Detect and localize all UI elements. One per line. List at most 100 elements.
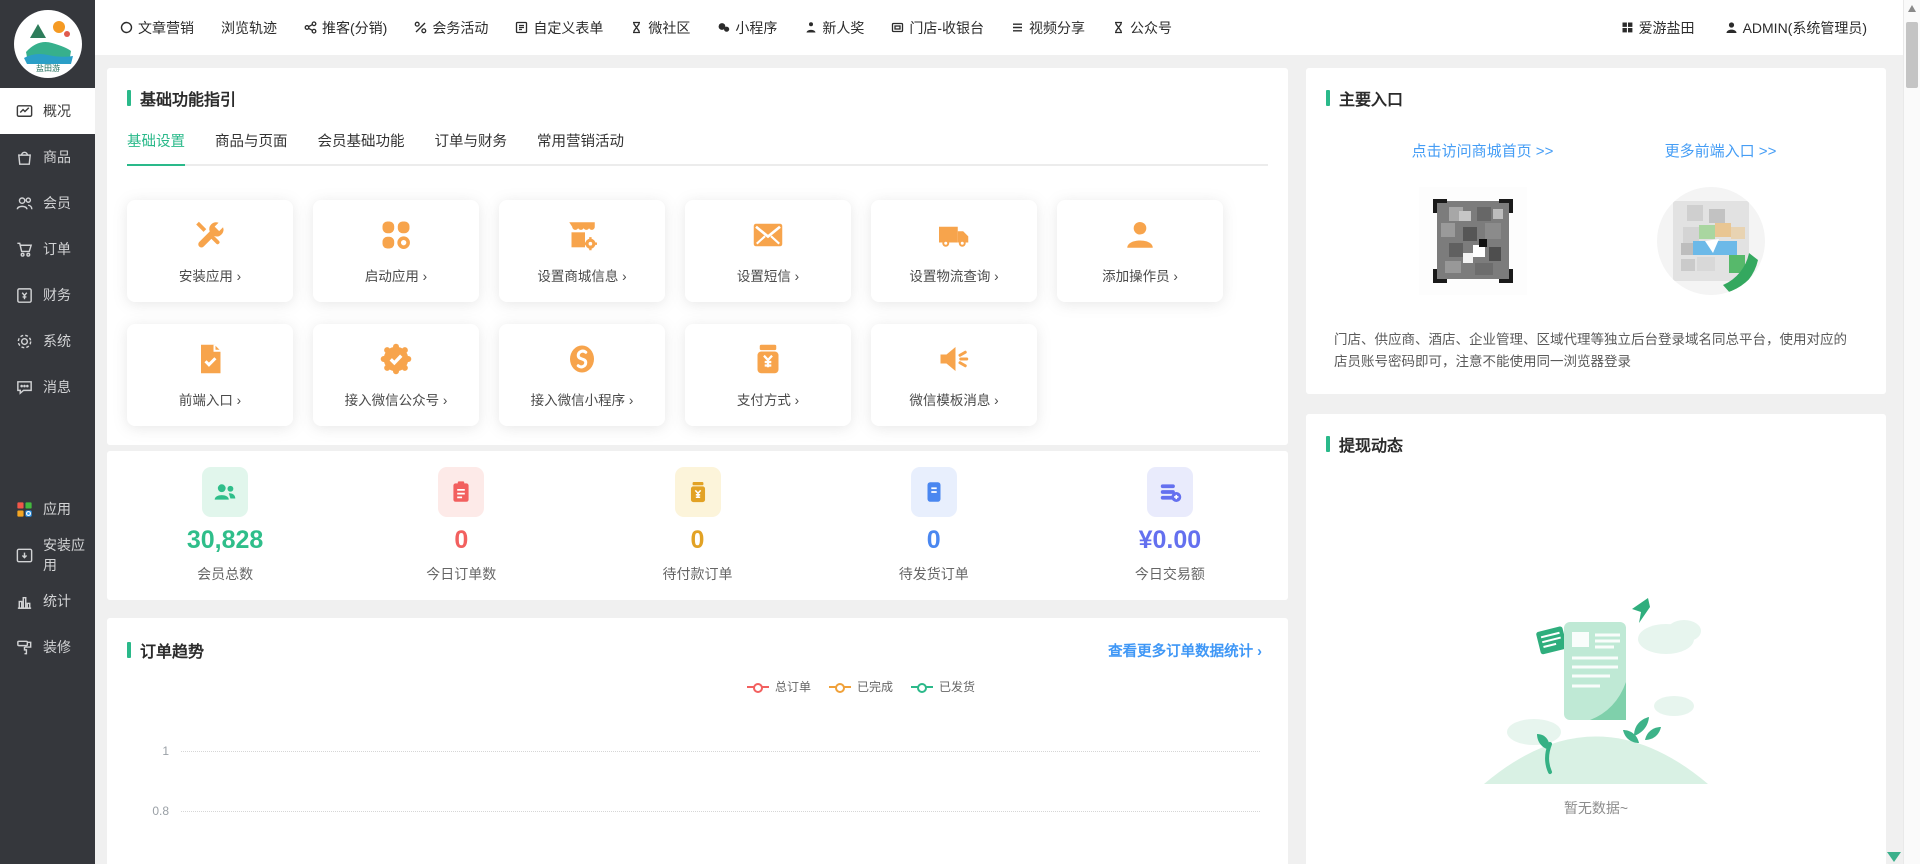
topnav-custom-form[interactable]: 自定义表单 (515, 18, 603, 38)
goods-icon (15, 148, 34, 167)
sidebar-item-install-app[interactable]: 安装应用 (0, 532, 95, 578)
guide-card-label: 启动应用 › (365, 265, 427, 285)
sidebar-item-label: 财务 (43, 285, 71, 305)
more-frontend-entry-link[interactable]: 更多前端入口 >> (1665, 140, 1777, 161)
scroll-down-hint-icon[interactable] (1887, 852, 1901, 862)
sidebar-item-label: 概况 (43, 101, 71, 121)
topnav-community[interactable]: 微社区 (630, 18, 690, 38)
topnav-label: 微社区 (648, 18, 690, 38)
message-icon (15, 378, 34, 397)
stat-label: 会员总数 (197, 564, 253, 584)
scrollbar-thumb[interactable] (1906, 22, 1918, 88)
guide-card-template-message[interactable]: 微信模板消息 › (871, 324, 1037, 426)
right-column: 主要入口 点击访问商城首页 >> 更多前端入口 >> (1306, 68, 1886, 864)
guide-card-label: 支付方式 › (737, 389, 799, 409)
topnav-official-account[interactable]: 公众号 (1112, 18, 1172, 38)
store-gear-icon (564, 217, 600, 253)
visit-mall-home-link[interactable]: 点击访问商城首页 >> (1412, 140, 1554, 161)
guide-card-logistics[interactable]: 设置物流查询 › (871, 200, 1037, 302)
more-order-stats-link[interactable]: 查看更多订单数据统计 › (1108, 640, 1262, 661)
order-trend-panel: 订单趋势 查看更多订单数据统计 › 总订单 已完成 已发货 (107, 618, 1288, 864)
tab-basic-settings[interactable]: 基础设置 (127, 130, 185, 166)
entry-description: 门店、供应商、酒店、企业管理、区域代理等独立后台登录域名同总平台，使用对应的店员… (1326, 329, 1862, 372)
sidebar-item-overview[interactable]: 概况 (0, 88, 95, 134)
topnav-label: 会务活动 (432, 18, 488, 38)
sidebar-item-apps[interactable]: 应用 (0, 486, 95, 532)
guide-card-install-app[interactable]: 安装应用 › (127, 200, 293, 302)
sidebar-item-statistics[interactable]: 统计 (0, 578, 95, 624)
left-column: 基础功能指引 基础设置 商品与页面 会员基础功能 订单与财务 常用营销活动 安装… (107, 68, 1288, 864)
topnav-label: 推客(分销) (322, 18, 387, 38)
title-accent-bar (127, 90, 131, 106)
event-link-icon (414, 21, 427, 34)
trend-header: 订单趋势 查看更多订单数据统计 › (127, 638, 1262, 662)
topnav-label: 公众号 (1130, 18, 1172, 38)
topnav-article-marketing[interactable]: 文章营销 (120, 18, 194, 38)
statistics-icon (15, 592, 34, 611)
admin-name: ADMIN(系统管理员) (1743, 18, 1867, 38)
entry-links: 点击访问商城首页 >> 更多前端入口 >> (1326, 140, 1862, 161)
sidebar-item-finance[interactable]: 财务 (0, 272, 95, 318)
mail-icon (750, 217, 786, 253)
topnav-store-cashier[interactable]: 门店-收银台 (891, 18, 984, 38)
guide-card-payment[interactable]: 支付方式 › (685, 324, 851, 426)
tab-goods-pages[interactable]: 商品与页面 (215, 130, 288, 166)
admin-menu[interactable]: ADMIN(系统管理员) (1725, 18, 1867, 38)
shop-name: 爱游盐田 (1639, 18, 1695, 38)
entry-panel-title: 主要入口 (1326, 86, 1862, 110)
sidebar-item-goods[interactable]: 商品 (0, 134, 95, 180)
pending-shipment-icon (911, 467, 957, 517)
guide-card-wechat-official[interactable]: 接入微信公众号 › (313, 324, 479, 426)
sidebar-item-decorate[interactable]: 装修 (0, 624, 95, 670)
guide-cards-row-2: 前端入口 › 接入微信公众号 › 接入微信小程序 › 支付方式 › 微信模板消息… (127, 324, 1268, 426)
guide-card-label: 安装应用 › (179, 265, 241, 285)
topnav-event[interactable]: 会务活动 (414, 18, 488, 38)
topnav-video-share[interactable]: 视频分享 (1011, 18, 1085, 38)
entry-qr-row (1326, 183, 1862, 299)
guide-card-sms[interactable]: 设置短信 › (685, 200, 851, 302)
tab-member-basics[interactable]: 会员基础功能 (318, 130, 405, 166)
guide-card-label: 添加操作员 › (1102, 265, 1178, 285)
scrollbar-up-arrow-icon[interactable] (1908, 5, 1916, 12)
guide-card-add-operator[interactable]: 添加操作员 › (1057, 200, 1223, 302)
topnav-mini-program[interactable]: 小程序 (717, 18, 777, 38)
guide-card-label: 设置商城信息 › (537, 265, 626, 285)
topnav-label: 小程序 (735, 18, 777, 38)
stat-label: 今日订单数 (426, 564, 496, 584)
empty-state-text: 暂无数据~ (1564, 798, 1628, 818)
stat-pending-shipment[interactable]: 0 待发货订单 (816, 467, 1052, 584)
legend-completed[interactable]: 已完成 (829, 678, 893, 695)
chart-legend: 总订单 已完成 已发货 (747, 678, 975, 695)
sidebar-item-message[interactable]: 消息 (0, 364, 95, 410)
page-scrollbar[interactable] (1903, 0, 1920, 864)
logo-image: 盐田游 (14, 10, 82, 78)
guide-card-launch-app[interactable]: 启动应用 › (313, 200, 479, 302)
stat-today-orders[interactable]: 0 今日订单数 (343, 467, 579, 584)
sidebar-item-orders[interactable]: 订单 (0, 226, 95, 272)
y-tick: 0.8 (127, 804, 169, 818)
sidebar-item-members[interactable]: 会员 (0, 180, 95, 226)
guide-card-store-info[interactable]: 设置商城信息 › (499, 200, 665, 302)
legend-shipped[interactable]: 已发货 (911, 678, 975, 695)
gridline-2: 0.8 (127, 804, 1260, 818)
topbar-nav: 文章营销 浏览轨迹 推客(分销) 会务活动 自定义表单 微社区 小程序 新人奖 (120, 18, 1172, 38)
guide-card-label: 微信模板消息 › (909, 389, 998, 409)
svg-text:盐田游: 盐田游 (36, 63, 60, 73)
legend-total-orders[interactable]: 总订单 (747, 678, 811, 695)
stat-pending-payment[interactable]: 0 待付款订单 (579, 467, 815, 584)
topnav-browse-track[interactable]: 浏览轨迹 (221, 18, 277, 38)
sidebar-item-system[interactable]: 系统 (0, 318, 95, 364)
guide-card-wechat-miniapp[interactable]: 接入微信小程序 › (499, 324, 665, 426)
topnav-distribution[interactable]: 推客(分销) (304, 18, 387, 38)
stat-today-revenue[interactable]: ¥0.00 今日交易额 (1052, 467, 1288, 584)
topnav-newcomer-award[interactable]: 新人奖 (804, 18, 864, 38)
members-icon (15, 194, 34, 213)
tab-marketing[interactable]: 常用营销活动 (537, 130, 624, 166)
stat-total-members[interactable]: 30,828 会员总数 (107, 467, 343, 584)
guide-card-frontend-entry[interactable]: 前端入口 › (127, 324, 293, 426)
shop-switcher[interactable]: 爱游盐田 (1621, 18, 1695, 38)
tab-orders-finance[interactable]: 订单与财务 (435, 130, 508, 166)
main-entry-panel: 主要入口 点击访问商城首页 >> 更多前端入口 >> (1306, 68, 1886, 394)
miniapp-link-icon (564, 341, 600, 377)
gridline-dots (181, 751, 1260, 752)
